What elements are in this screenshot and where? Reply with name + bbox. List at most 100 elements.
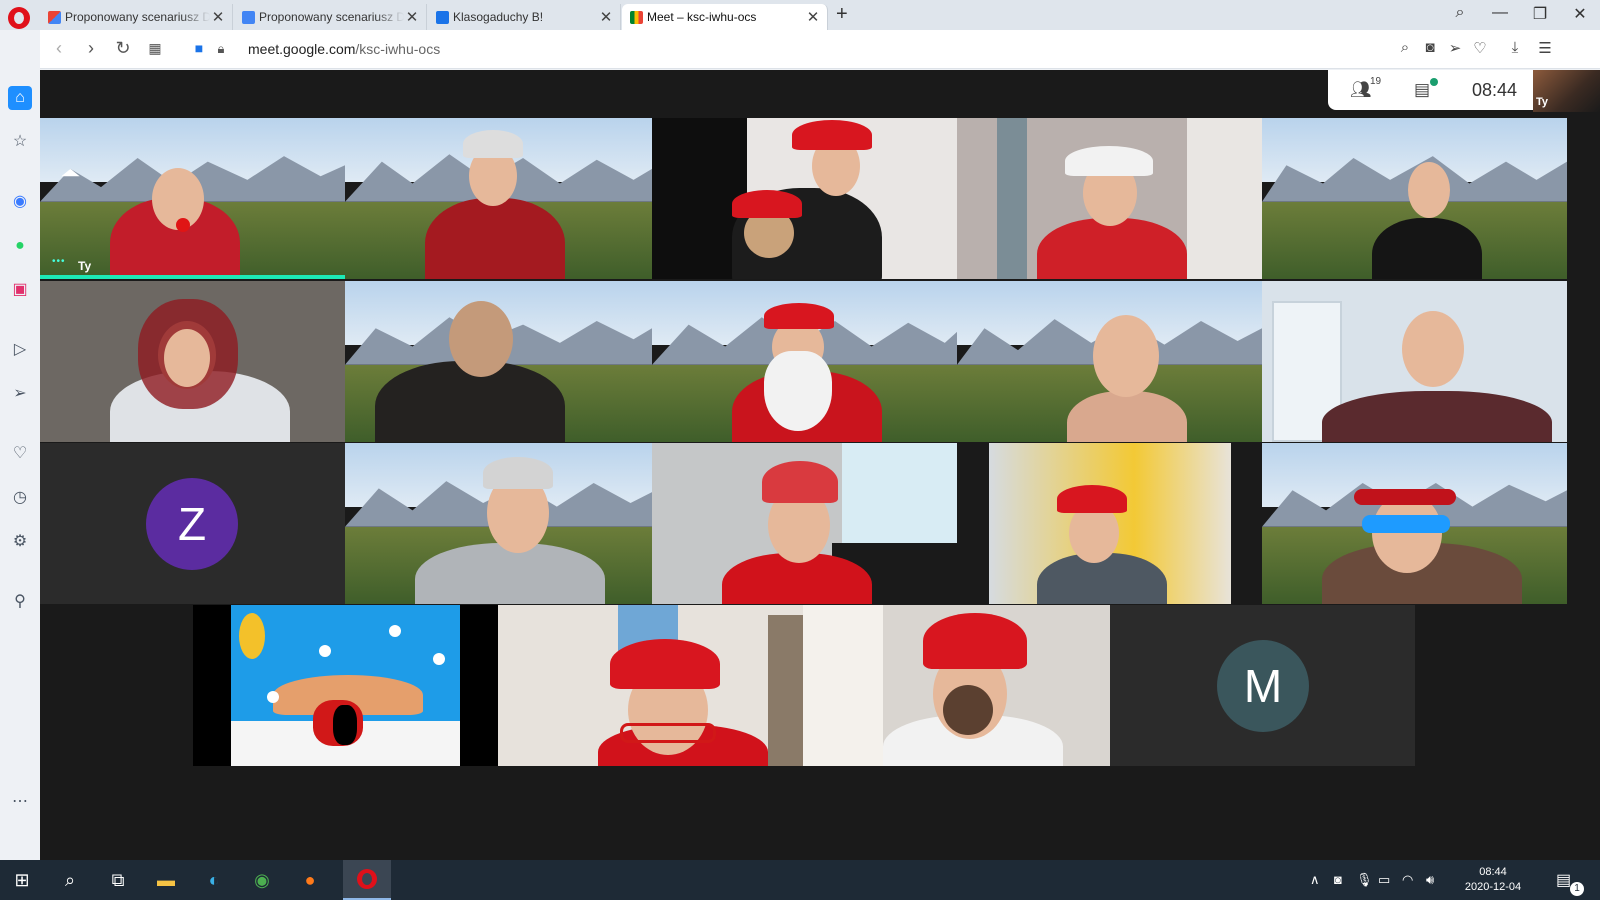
video-tile[interactable]	[652, 118, 957, 279]
self-label: Ty	[1536, 96, 1549, 108]
video-tile[interactable]	[957, 118, 1262, 279]
tab-strip: Proponowany scenariusz D ✕ Proponowany s…	[0, 0, 1600, 30]
whatsapp-icon[interactable]: ●	[8, 234, 32, 258]
camera-tray-icon[interactable]: ◙	[1334, 872, 1342, 887]
chat-icon[interactable]: ▤	[1414, 80, 1430, 100]
opera-taskbar-button[interactable]	[343, 860, 391, 900]
participants-icon[interactable]: 👥︎	[1350, 80, 1372, 100]
speed-dial-icon[interactable]: ▦	[144, 40, 166, 57]
new-tab-button[interactable]: +	[836, 3, 848, 26]
task-view-icon[interactable]: ⧉	[106, 868, 130, 892]
meet-call-area: 👥︎ 19 ▤ 08:44 Ty ••• Ty Z M	[40, 70, 1600, 860]
video-tile-drawing[interactable]	[193, 605, 498, 766]
video-tile[interactable]	[803, 605, 1110, 766]
video-tile-camera-off[interactable]: M	[1110, 605, 1415, 766]
video-tile[interactable]	[498, 605, 803, 766]
video-tile[interactable]	[345, 281, 652, 442]
windows-start-icon[interactable]: ⊞	[10, 868, 34, 892]
meet-top-controls: 👥︎ 19 ▤ 08:44	[1328, 70, 1533, 110]
opera-icon	[357, 869, 377, 889]
file-explorer-icon[interactable]: ▬	[154, 868, 178, 892]
url-field[interactable]: meet.google.com/ksc-iwhu-ocs	[248, 41, 440, 57]
self-view-thumbnail[interactable]: Ty	[1533, 70, 1600, 112]
send-icon[interactable]: ➢	[1445, 39, 1465, 57]
close-icon[interactable]: ✕	[598, 8, 614, 26]
volume-icon[interactable]: 🔊︎	[1426, 872, 1434, 888]
chat-unread-dot	[1430, 78, 1438, 86]
bookmarks-icon[interactable]: ☆	[8, 130, 32, 154]
instagram-icon[interactable]: ▣	[8, 278, 32, 302]
close-icon[interactable]: ✕	[404, 8, 420, 26]
zoom-search-icon[interactable]: ⌕	[1395, 39, 1415, 56]
back-icon[interactable]: ‹	[48, 38, 70, 59]
battery-icon[interactable]: ▭	[1378, 872, 1390, 888]
search-tabs-icon[interactable]: ⌕	[1450, 4, 1470, 22]
forward-icon[interactable]: ›	[80, 38, 102, 59]
minimize-icon[interactable]: —	[1490, 4, 1510, 22]
video-tile[interactable]	[1262, 281, 1567, 442]
microphone-icon[interactable]: 🎙︎	[1356, 872, 1373, 888]
clock-date: 2020-12-04	[1464, 881, 1522, 893]
glasses	[620, 723, 716, 743]
video-tile[interactable]	[652, 281, 957, 442]
tab-title: Meet – ksc-iwhu-ocs	[647, 10, 757, 24]
messenger-icon[interactable]: ◉	[8, 190, 32, 214]
video-tile[interactable]	[957, 281, 1262, 442]
participant-count: 19	[1370, 76, 1382, 87]
notification-count: 1	[1570, 882, 1584, 896]
video-tile[interactable]	[345, 118, 652, 279]
avatar: M	[1217, 640, 1309, 732]
video-tile-camera-off[interactable]: Z	[40, 443, 345, 604]
video-tile-self[interactable]: ••• Ty	[40, 118, 345, 279]
meet-clock: 08:44	[1472, 80, 1518, 100]
download-icon[interactable]: ⤓	[1505, 39, 1525, 56]
video-tile[interactable]	[1262, 118, 1567, 279]
meet-icon	[630, 10, 643, 24]
chrome-icon[interactable]: ◉	[250, 868, 274, 892]
url-path: /ksc-iwhu-ocs	[355, 41, 441, 57]
video-tile[interactable]	[345, 443, 652, 604]
video-tile[interactable]	[40, 281, 345, 442]
wifi-icon[interactable]: ◠	[1402, 872, 1413, 888]
notifications-icon[interactable]: ▤	[1556, 870, 1571, 890]
lock-icon[interactable]: 🔒︎	[210, 41, 232, 57]
tips-icon[interactable]: ⚲	[8, 590, 32, 614]
system-clock[interactable]: 08:44 2020-12-04	[1458, 865, 1528, 895]
windows-taskbar: ⊞ ⌕ ⧉ ▬ ◐ ◉ ● ∧ ◙ 🎙︎ ▭ ◠ 🔊︎ 08:44 2020-1…	[0, 860, 1600, 900]
tab-docs[interactable]: Proponowany scenariusz D ✕	[234, 4, 427, 30]
close-icon[interactable]: ✕	[805, 8, 821, 26]
show-hidden-icons-icon[interactable]: ∧	[1310, 872, 1320, 888]
pinboard-icon[interactable]: ♡	[8, 442, 32, 466]
history-icon[interactable]: ◷	[8, 486, 32, 510]
easy-setup-icon[interactable]: ☰	[1535, 39, 1555, 57]
avatar: Z	[146, 478, 238, 570]
firefox-icon[interactable]: ●	[298, 868, 322, 892]
tab-title: Klasogaduchy B!	[453, 10, 544, 24]
tab-classroom[interactable]: Klasogaduchy B! ✕	[428, 4, 621, 30]
settings-icon[interactable]: ⚙	[8, 530, 32, 554]
reload-icon[interactable]: ↻	[112, 38, 134, 59]
tab-title: Proponowany scenariusz D	[65, 10, 210, 24]
video-tile[interactable]	[652, 443, 957, 604]
tab-meet[interactable]: Meet – ksc-iwhu-ocs ✕	[622, 4, 828, 30]
glasses	[1362, 515, 1450, 533]
sidebar: ⌂ ☆ ◉ ● ▣ ▷ ➢ ♡ ◷ ⚙ ⚲ ⋯	[0, 30, 40, 860]
camera-indicator-icon[interactable]: ■	[188, 40, 210, 56]
close-window-icon[interactable]: ✕	[1570, 4, 1590, 24]
more-icon[interactable]: ⋯	[8, 790, 32, 814]
player-icon[interactable]: ▷	[8, 338, 32, 362]
opera-logo[interactable]	[8, 7, 30, 29]
search-icon[interactable]: ⌕	[58, 868, 82, 892]
video-tile[interactable]	[1262, 443, 1567, 604]
edge-icon[interactable]: ◐	[202, 868, 226, 892]
close-icon[interactable]: ✕	[210, 8, 226, 26]
video-tile[interactable]	[957, 443, 1262, 604]
santa-beard	[764, 351, 832, 431]
audio-indicator-icon: •••	[52, 256, 66, 267]
snapshot-icon[interactable]: ◙	[1420, 39, 1440, 56]
home-icon[interactable]: ⌂	[8, 86, 32, 110]
flow-icon[interactable]: ➢	[8, 382, 32, 406]
heart-icon[interactable]: ♡	[1470, 39, 1490, 57]
restore-icon[interactable]: ❐	[1530, 4, 1550, 24]
tab-gmail[interactable]: Proponowany scenariusz D ✕	[40, 4, 233, 30]
